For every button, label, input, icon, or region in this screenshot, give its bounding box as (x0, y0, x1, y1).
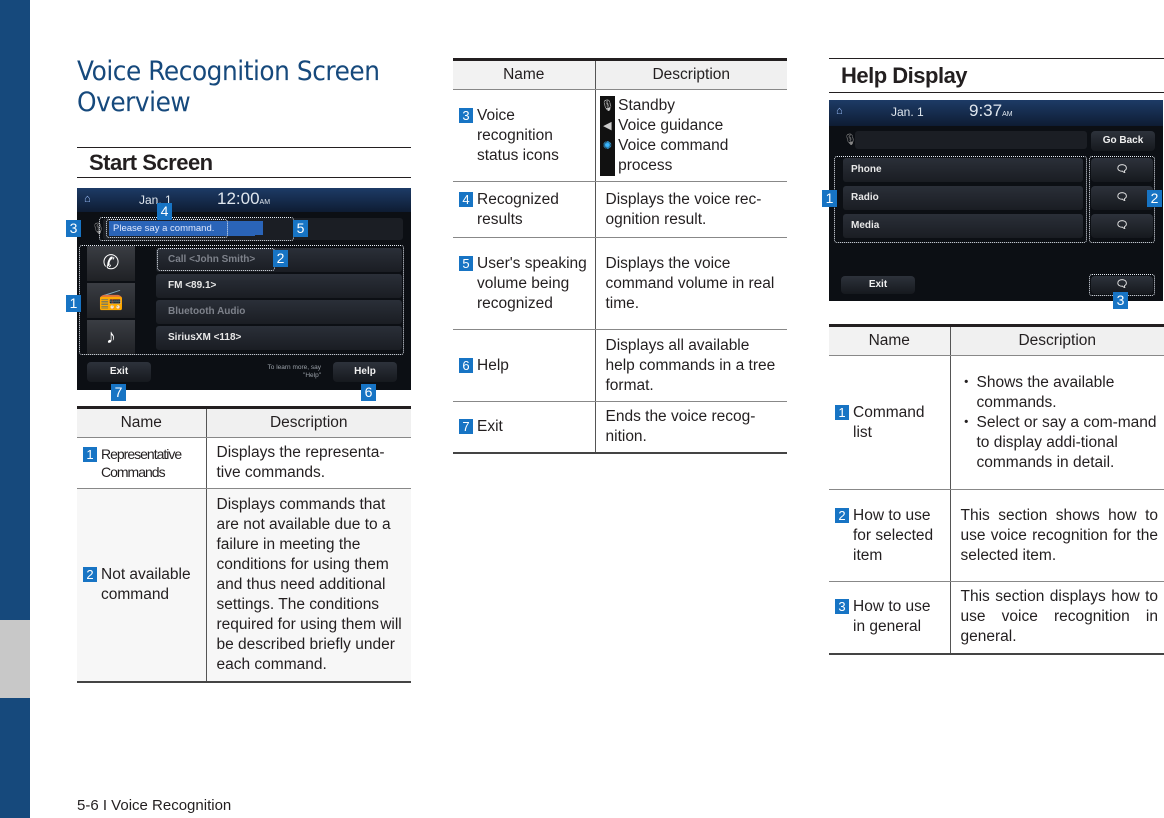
callout-5: 5 (293, 220, 308, 237)
help-display-heading: Help Display (829, 58, 1164, 93)
callout-number: 2 (835, 507, 849, 523)
help-screen-screenshot: ⌂ Jan. 1 9:37AM 🎙 Go Back Phone Radio Me… (822, 100, 1163, 309)
status-voice-guidance: Voice guidance (618, 116, 724, 134)
start-screen-screenshot: ⌂ Jan. 1 12:00AM 🎙 Please say a command.… (66, 188, 411, 401)
callout-number: 2 (83, 567, 97, 582)
table-row: 6 Help Displays all available help comman… (453, 329, 787, 402)
help-button[interactable]: Help (333, 362, 397, 382)
table-row: 1 Representative Commands Displays the re… (77, 437, 411, 489)
highlight-unavailable (157, 248, 275, 271)
exit-button[interactable]: Exit (87, 362, 151, 382)
home-icon: ⌂ (836, 105, 843, 117)
bullet-item: Shows the available commands. (959, 373, 1159, 413)
home-icon: ⌂ (84, 193, 91, 205)
callout-1: 1 (822, 190, 837, 207)
header-description: Description (949, 324, 1164, 356)
speaker-guidance-icon: ◀ (603, 119, 612, 132)
callout-6: 6 (361, 384, 376, 401)
status-standby: Standby (618, 96, 676, 114)
help-hint: To learn more, say "Help" (267, 364, 321, 379)
callout-number: 1 (83, 447, 97, 462)
row-description: Displays the voice rec-ognition result. (594, 181, 787, 238)
status-bar: ⌂ Jan. 1 12:00AM (77, 188, 411, 212)
row-name: Representative Commands (101, 446, 182, 480)
callout-4: 4 (157, 203, 172, 220)
row-name: User's speaking volume being recognized (477, 254, 587, 312)
mic-standby-icon: 🎙 (600, 99, 615, 112)
table-row: 4 Recognized results Displays the voice r… (453, 181, 787, 238)
processing-spinner-icon: ✺ (602, 139, 612, 152)
exit-button[interactable]: Exit (841, 276, 915, 294)
row-description: Shows the available commands. Select or … (949, 355, 1164, 490)
callout-number: 1 (835, 404, 849, 420)
table-row: 2 How to use for selected item This secti… (829, 489, 1164, 582)
header-name: Name (453, 58, 595, 90)
date-label: Jan. 1 (891, 105, 924, 119)
help-table: Name Description 1Command list Shows the… (829, 324, 1164, 655)
middle-table-wrap: Name Description 3 Voice recognition stat… (453, 58, 787, 454)
status-icon-strip: 🎙 ◀ ✺ (599, 95, 616, 176)
row-description: Ends the voice recog-nition. (594, 401, 787, 454)
callout-number: 3 (835, 599, 849, 615)
row-name: How to use in general (853, 598, 931, 636)
table-row: 3 How to use in general This section disp… (829, 581, 1164, 655)
row-name: Help (477, 356, 509, 374)
help-table-wrap: Name Description 1Command list Shows the… (829, 324, 1164, 655)
status-command-process: Voice command process (618, 136, 729, 174)
callout-number: 4 (459, 191, 473, 207)
row-description: Displays the voice command volume in rea… (594, 237, 787, 330)
row-description: This section displays how to use voice r… (949, 581, 1164, 655)
callout-number: 7 (459, 419, 473, 434)
row-name: Recognized results (477, 190, 559, 228)
table-row: 5 User's speaking volume being recognized… (453, 237, 787, 330)
bullet-item: Select or say a com-mand to display addi… (959, 413, 1159, 473)
status-bar: ⌂ Jan. 1 9:37AM (829, 100, 1163, 126)
highlight-selected-help (1089, 156, 1155, 243)
table-row: 7 Exit Ends the voice recog-nition. (453, 401, 787, 454)
highlight-command-list (834, 156, 1087, 243)
header-name: Name (829, 324, 950, 356)
table-row: 2 Not available command Displays commands… (77, 488, 411, 683)
status-icons-description: 🎙 ◀ ✺ Standby Voice guidance Voice comma… (594, 89, 787, 182)
callout-7: 7 (111, 384, 126, 401)
start-screen-table-wrap: Name Description 1 Representative Command… (77, 406, 411, 683)
start-screen-heading: Start Screen (77, 147, 411, 178)
header-name: Name (77, 406, 206, 438)
row-description: This section shows how to use voice reco… (949, 489, 1164, 582)
table-row: 1Command list Shows the available comman… (829, 355, 1164, 490)
header-description: Description (594, 58, 787, 90)
callout-number: 6 (459, 357, 473, 373)
go-back-button[interactable]: Go Back (1091, 131, 1155, 151)
callout-number: 3 (459, 107, 473, 123)
callout-2: 2 (273, 250, 288, 267)
row-description: Displays commands that are not available… (205, 488, 411, 683)
time-label: 12:00AM (217, 189, 271, 208)
highlight-result (106, 219, 228, 238)
callout-2: 2 (1147, 190, 1162, 207)
table-row: 3 Voice recognition status icons 🎙 ◀ ✺ St… (453, 89, 787, 182)
callout-3: 3 (1113, 292, 1128, 309)
row-description: Displays all available help commands in … (594, 329, 787, 402)
row-name: Voice recognition status icons (477, 106, 559, 164)
row-name: How to use for selected item (853, 506, 934, 564)
middle-table: Name Description 3 Voice recognition stat… (453, 58, 787, 454)
row-name: Exit (477, 418, 503, 435)
page-footer: 5-6 I Voice Recognition (77, 797, 232, 814)
callout-3: 3 (66, 220, 81, 237)
callout-1: 1 (66, 295, 81, 312)
recognition-bar (855, 131, 1087, 149)
header-description: Description (205, 406, 411, 438)
page-title: Voice Recognition Screen Overview (77, 56, 380, 118)
time-label: 9:37AM (969, 101, 1013, 120)
chapter-tab (0, 620, 30, 698)
callout-number: 5 (459, 255, 473, 271)
row-name: Not available command (101, 566, 191, 603)
start-screen-table: Name Description 1 Representative Command… (77, 406, 411, 683)
row-description: Displays the representa-tive commands. (205, 437, 411, 489)
row-name: Command list (853, 403, 925, 441)
